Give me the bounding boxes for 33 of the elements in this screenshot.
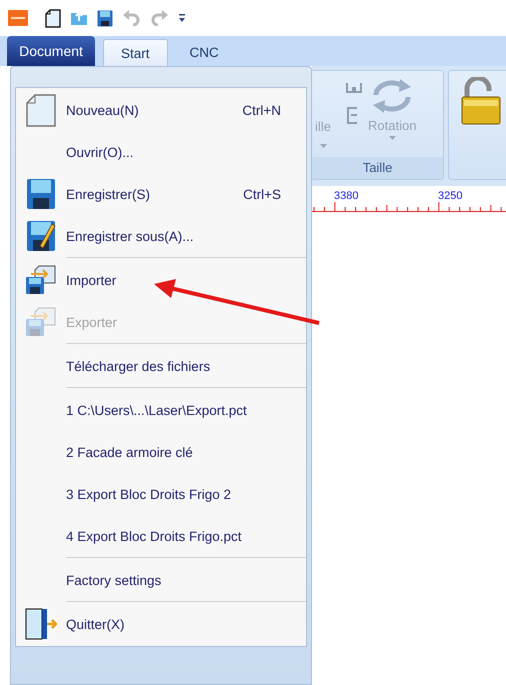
document-menu-button[interactable]: Document [7, 36, 95, 66]
align-left-icon[interactable] [346, 107, 358, 124]
menu-item[interactable]: Nouveau(N) Ctrl+N [16, 89, 306, 131]
menu-item[interactable]: 2 Facade armoire clé [16, 431, 306, 473]
dropdown-caret-icon [320, 144, 326, 148]
dropdown-caret-icon [388, 136, 396, 140]
align-bottom-icon[interactable] [346, 83, 362, 93]
customize-caret-icon[interactable] [178, 13, 186, 23]
new-document-icon [26, 94, 56, 126]
menu-item[interactable]: 1 C:\Users\...\Laser\Export.pct [16, 389, 306, 431]
menu-item[interactable]: Factory settings [16, 559, 306, 601]
menu-item[interactable]: Importer [16, 259, 306, 301]
menu-item[interactable]: Enregistrer(S) Ctrl+S [16, 173, 306, 215]
menu-item[interactable]: Quitter(X) [16, 603, 306, 645]
ribbon-tab[interactable]: Start [103, 39, 168, 66]
ribbon-tab[interactable]: CNC [176, 39, 233, 66]
save-icon[interactable] [97, 10, 113, 26]
menu-item[interactable]: 3 Export Bloc Droits Frigo 2 [16, 473, 306, 515]
exit-door-icon [25, 608, 57, 640]
group-label: Taille [312, 157, 443, 179]
ruler-label: 3380 [334, 190, 358, 202]
menu-item[interactable]: Télécharger des fichiers [16, 345, 306, 387]
new-document-icon[interactable] [45, 8, 61, 28]
floppy-disk-pencil-icon [26, 220, 56, 252]
import-icon [25, 265, 57, 295]
menu-item[interactable]: 4 Export Bloc Droits Frigo.pct [16, 515, 306, 557]
app-logo-icon[interactable] [8, 10, 28, 26]
folder-icon[interactable] [70, 10, 88, 26]
menu-item[interactable]: Enregistrer sous(A)... [16, 215, 306, 257]
ruler-label: 3250 [438, 190, 462, 202]
export-icon [25, 307, 57, 337]
menu-item[interactable]: Ouvrir(O)... [16, 131, 306, 173]
padlock-icon[interactable] [461, 77, 501, 125]
